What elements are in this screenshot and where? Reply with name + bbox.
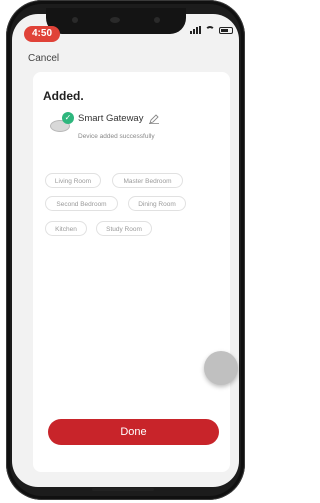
status-icons bbox=[190, 26, 233, 34]
cancel-button[interactable]: Cancel bbox=[28, 53, 59, 64]
camera-icon bbox=[72, 17, 78, 23]
result-card bbox=[33, 72, 230, 472]
page-title: Added. bbox=[43, 89, 84, 103]
check-icon: ✓ bbox=[62, 112, 74, 124]
room-chip-second-bedroom[interactable]: Second Bedroom bbox=[45, 196, 118, 211]
edit-pencil-icon[interactable] bbox=[149, 114, 159, 124]
device-status: Device added successfully bbox=[78, 133, 155, 140]
room-chip-kitchen[interactable]: Kitchen bbox=[45, 221, 87, 236]
sensor-icon bbox=[154, 17, 160, 23]
speaker-icon bbox=[110, 17, 120, 23]
phone-notch bbox=[46, 8, 186, 34]
device-name[interactable]: Smart Gateway bbox=[78, 113, 143, 124]
room-chip-dining-room[interactable]: Dining Room bbox=[128, 196, 186, 211]
room-chip-master-bedroom[interactable]: Master Bedroom bbox=[112, 173, 183, 188]
room-chip-study-room[interactable]: Study Room bbox=[96, 221, 152, 236]
status-time: 4:50 bbox=[24, 26, 60, 42]
wifi-icon bbox=[205, 26, 215, 34]
room-chip-living-room[interactable]: Living Room bbox=[45, 173, 101, 188]
home-indicator bbox=[92, 488, 154, 491]
signal-icon bbox=[190, 26, 201, 34]
floating-assistive-button[interactable] bbox=[204, 351, 238, 385]
done-button[interactable]: Done bbox=[48, 419, 219, 445]
battery-icon bbox=[219, 26, 233, 34]
